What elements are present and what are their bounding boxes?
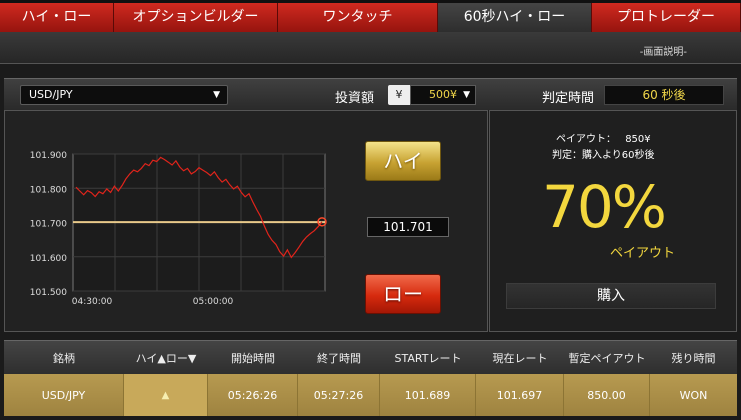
chevron-down-icon: ▼ [213,90,220,100]
guide-link[interactable]: -画面説明- [640,43,687,58]
currency-pair-select[interactable]: USD/JPY ▼ [20,85,228,105]
cell-start-time: 05:26:26 [208,374,298,416]
col-header-current-rate: 現在レート [492,351,548,365]
yen-symbol: ¥ [388,85,410,105]
amount-value: 500¥ [429,88,457,101]
y-tick-label: 101.500 [30,288,67,298]
tab-pro-trader[interactable]: プロトレーダー [592,3,741,32]
tab-option-builder[interactable]: オプションビルダー [114,3,278,32]
table-row[interactable]: USD/JPY ▲ 05:26:26 05:27:26 101.689 101.… [4,374,737,416]
tab-one-touch[interactable]: ワンタッチ [278,3,438,32]
y-tick-label: 101.800 [30,185,67,195]
tab-60sec-high-low[interactable]: 60秒ハイ・ロー [438,3,592,34]
x-tick-label: 04:30:00 [72,297,113,307]
amount-select[interactable]: 500¥ ▼ [410,85,476,105]
tab-high-low[interactable]: ハイ・ロー [0,3,114,32]
tab-bar: ハイ・ロー オプションビルダー ワンタッチ 60秒ハイ・ロー プロトレーダー [0,0,741,34]
chevron-down-icon: ▼ [463,90,470,100]
buy-button[interactable]: 購入 [506,283,716,309]
control-bar: USD/JPY ▼ 投資額 ¥ 500¥ ▼ 判定時間 60 秒後 [4,78,737,110]
col-header-start-time: 開始時間 [231,351,275,365]
currency-pair-value: USD/JPY [29,88,73,101]
positions-table-header: 銘柄 ハイ▲ロー▼ 開始時間 終了時間 STARTレート 現在レート 暫定ペイア… [4,340,737,374]
judge-text: 判定：購入より60秒後 [552,150,655,161]
chart-panel: 101.900 101.800 101.700 101.600 101.500 04:30… [4,110,488,332]
payout-percent-label: ペイアウト [610,246,676,261]
cell-symbol: USD/JPY [4,374,124,416]
current-rate: 101.701 [367,217,449,237]
col-header-payout: 暫定ペイアウト [568,351,646,365]
col-header-remaining: 残り時間 [671,351,716,365]
y-tick-label: 101.600 [30,254,67,264]
price-chart: 101.900 101.800 101.700 101.600 101.500 04:30… [30,151,327,307]
sub-header: -画面説明- [0,32,741,64]
y-tick-label: 101.900 [30,151,67,161]
payout-panel: ペイアウト： 850¥ 判定：購入より60秒後 70% ペイアウト 購入 [489,110,737,332]
y-tick-label: 101.700 [30,220,67,230]
judge-time-label: 判定時間 [542,91,595,106]
payout-line: ペイアウト： 850¥ [556,130,651,145]
low-button[interactable]: ロー [365,274,441,314]
col-header-end-time: 終了時間 [317,351,361,365]
cell-end-time: 05:27:26 [298,374,380,416]
cell-payout: 850.00 [564,374,650,416]
cell-start-rate: 101.689 [380,374,476,416]
cell-remaining: WON [679,388,708,402]
cell-current-rate: 101.697 [476,374,564,416]
col-header-start-rate: STARTレート [394,351,462,365]
payout-percent: 70% [542,173,667,241]
payout-label: ペイアウト： [556,134,616,145]
payout-value: 850¥ [625,134,651,145]
col-header-direction: ハイ▲ロー▼ [135,351,197,365]
judge-time-value: 60 秒後 [604,85,724,105]
high-button[interactable]: ハイ [365,141,441,181]
col-header-symbol: 銘柄 [53,351,75,365]
cell-direction-up-icon: ▲ [124,374,208,416]
x-tick-label: 05:00:00 [193,297,234,307]
amount-label: 投資額 [335,91,375,106]
